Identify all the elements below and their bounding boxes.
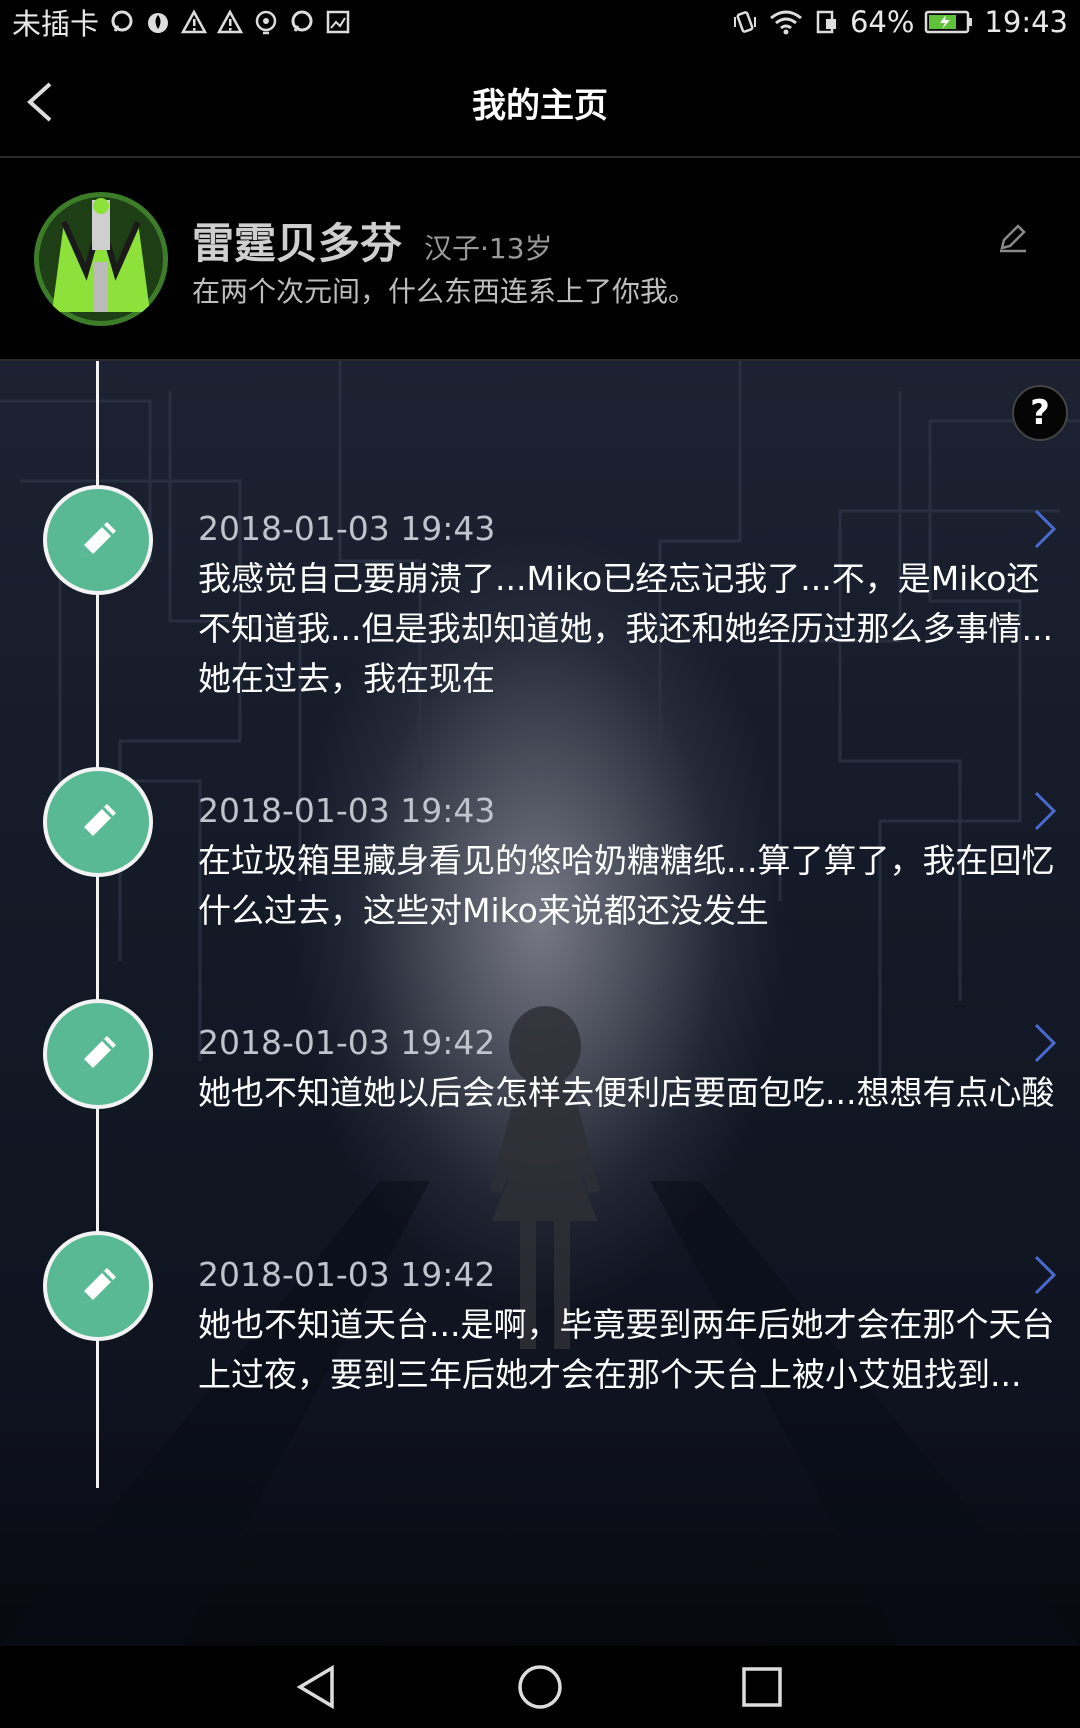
timeline-area[interactable]: ? 2018-01-03 19:43 我感觉自己要崩溃了...Miko已经忘记我…	[0, 361, 1080, 1646]
radar-icon	[255, 10, 277, 35]
message-icon-2	[291, 10, 313, 32]
nav-recents-icon[interactable]	[737, 1662, 787, 1712]
edit-profile-icon[interactable]	[996, 220, 1030, 254]
chevron-right-icon[interactable]	[1030, 1021, 1058, 1065]
battery-charging-icon	[925, 10, 973, 34]
warning-icon	[181, 9, 208, 34]
avatar[interactable]	[34, 192, 168, 326]
entry-time: 2018-01-03 19:43	[198, 791, 496, 830]
image-icon	[326, 10, 350, 34]
user-meta: 汉子·13岁	[424, 232, 553, 265]
entry-text: 在垃圾箱里藏身看见的悠哈奶糖糖纸...算了算了，我在回忆什么过去，这些对Miko…	[198, 841, 1055, 930]
user-signature: 在两个次元间，什么东西连系上了你我。	[192, 275, 697, 308]
chevron-right-icon[interactable]	[1030, 1253, 1058, 1297]
avatar-image	[34, 192, 168, 326]
nav-home-icon[interactable]	[515, 1662, 565, 1712]
help-button[interactable]: ?	[1012, 385, 1068, 441]
clock: 19:43	[984, 5, 1068, 39]
profile-section: 雷霆贝多芬 汉子·13岁 在两个次元间，什么东西连系上了你我。	[0, 158, 1080, 361]
sim-icon	[816, 10, 836, 34]
help-label: ?	[1030, 393, 1050, 433]
battery-percent: 64%	[849, 5, 915, 39]
chevron-right-icon[interactable]	[1030, 789, 1058, 833]
name-row: 雷霆贝多芬 汉子·13岁	[192, 210, 553, 271]
chevron-right-icon[interactable]	[1030, 507, 1058, 551]
status-bar: 未插卡 64% 19:43	[0, 0, 1080, 44]
entry-node	[43, 485, 153, 595]
app-header: 我的主页	[0, 44, 1080, 158]
entry-text: 她也不知道天台...是啊，毕竟要到两年后她才会在那个天台上过夜，要到三年后她才会…	[198, 1305, 1055, 1394]
entry-node	[43, 1231, 153, 1341]
pencil-icon	[81, 1268, 116, 1303]
pencil-icon	[81, 522, 116, 557]
entry-time: 2018-01-03 19:43	[198, 509, 496, 548]
username: 雷霆贝多芬	[192, 219, 403, 268]
page-title: 我的主页	[472, 86, 608, 126]
entry-node	[43, 999, 153, 1109]
entry-time: 2018-01-03 19:42	[198, 1255, 496, 1294]
wifi-icon	[770, 10, 802, 35]
status-right: 64% 19:43	[732, 5, 1068, 39]
status-left: 未插卡	[12, 1, 351, 43]
entry-node	[43, 767, 153, 877]
pencil-icon	[81, 804, 116, 839]
entry-time: 2018-01-03 19:42	[198, 1023, 496, 1062]
vibrate-icon	[733, 11, 756, 33]
warning-icon-2	[217, 9, 244, 34]
nav-back-icon[interactable]	[292, 1662, 342, 1712]
entry-text: 我感觉自己要崩溃了...Miko已经忘记我了...不，是Miko还不知道我...…	[198, 559, 1053, 698]
flame-icon	[148, 13, 169, 33]
system-nav-bar	[0, 1646, 1080, 1728]
entry-text: 她也不知道她以后会怎样去便利店要面包吃...想想有点心酸	[198, 1073, 1055, 1112]
message-icon	[111, 10, 133, 32]
pencil-icon	[81, 1036, 116, 1071]
carrier-label: 未插卡	[12, 7, 100, 41]
